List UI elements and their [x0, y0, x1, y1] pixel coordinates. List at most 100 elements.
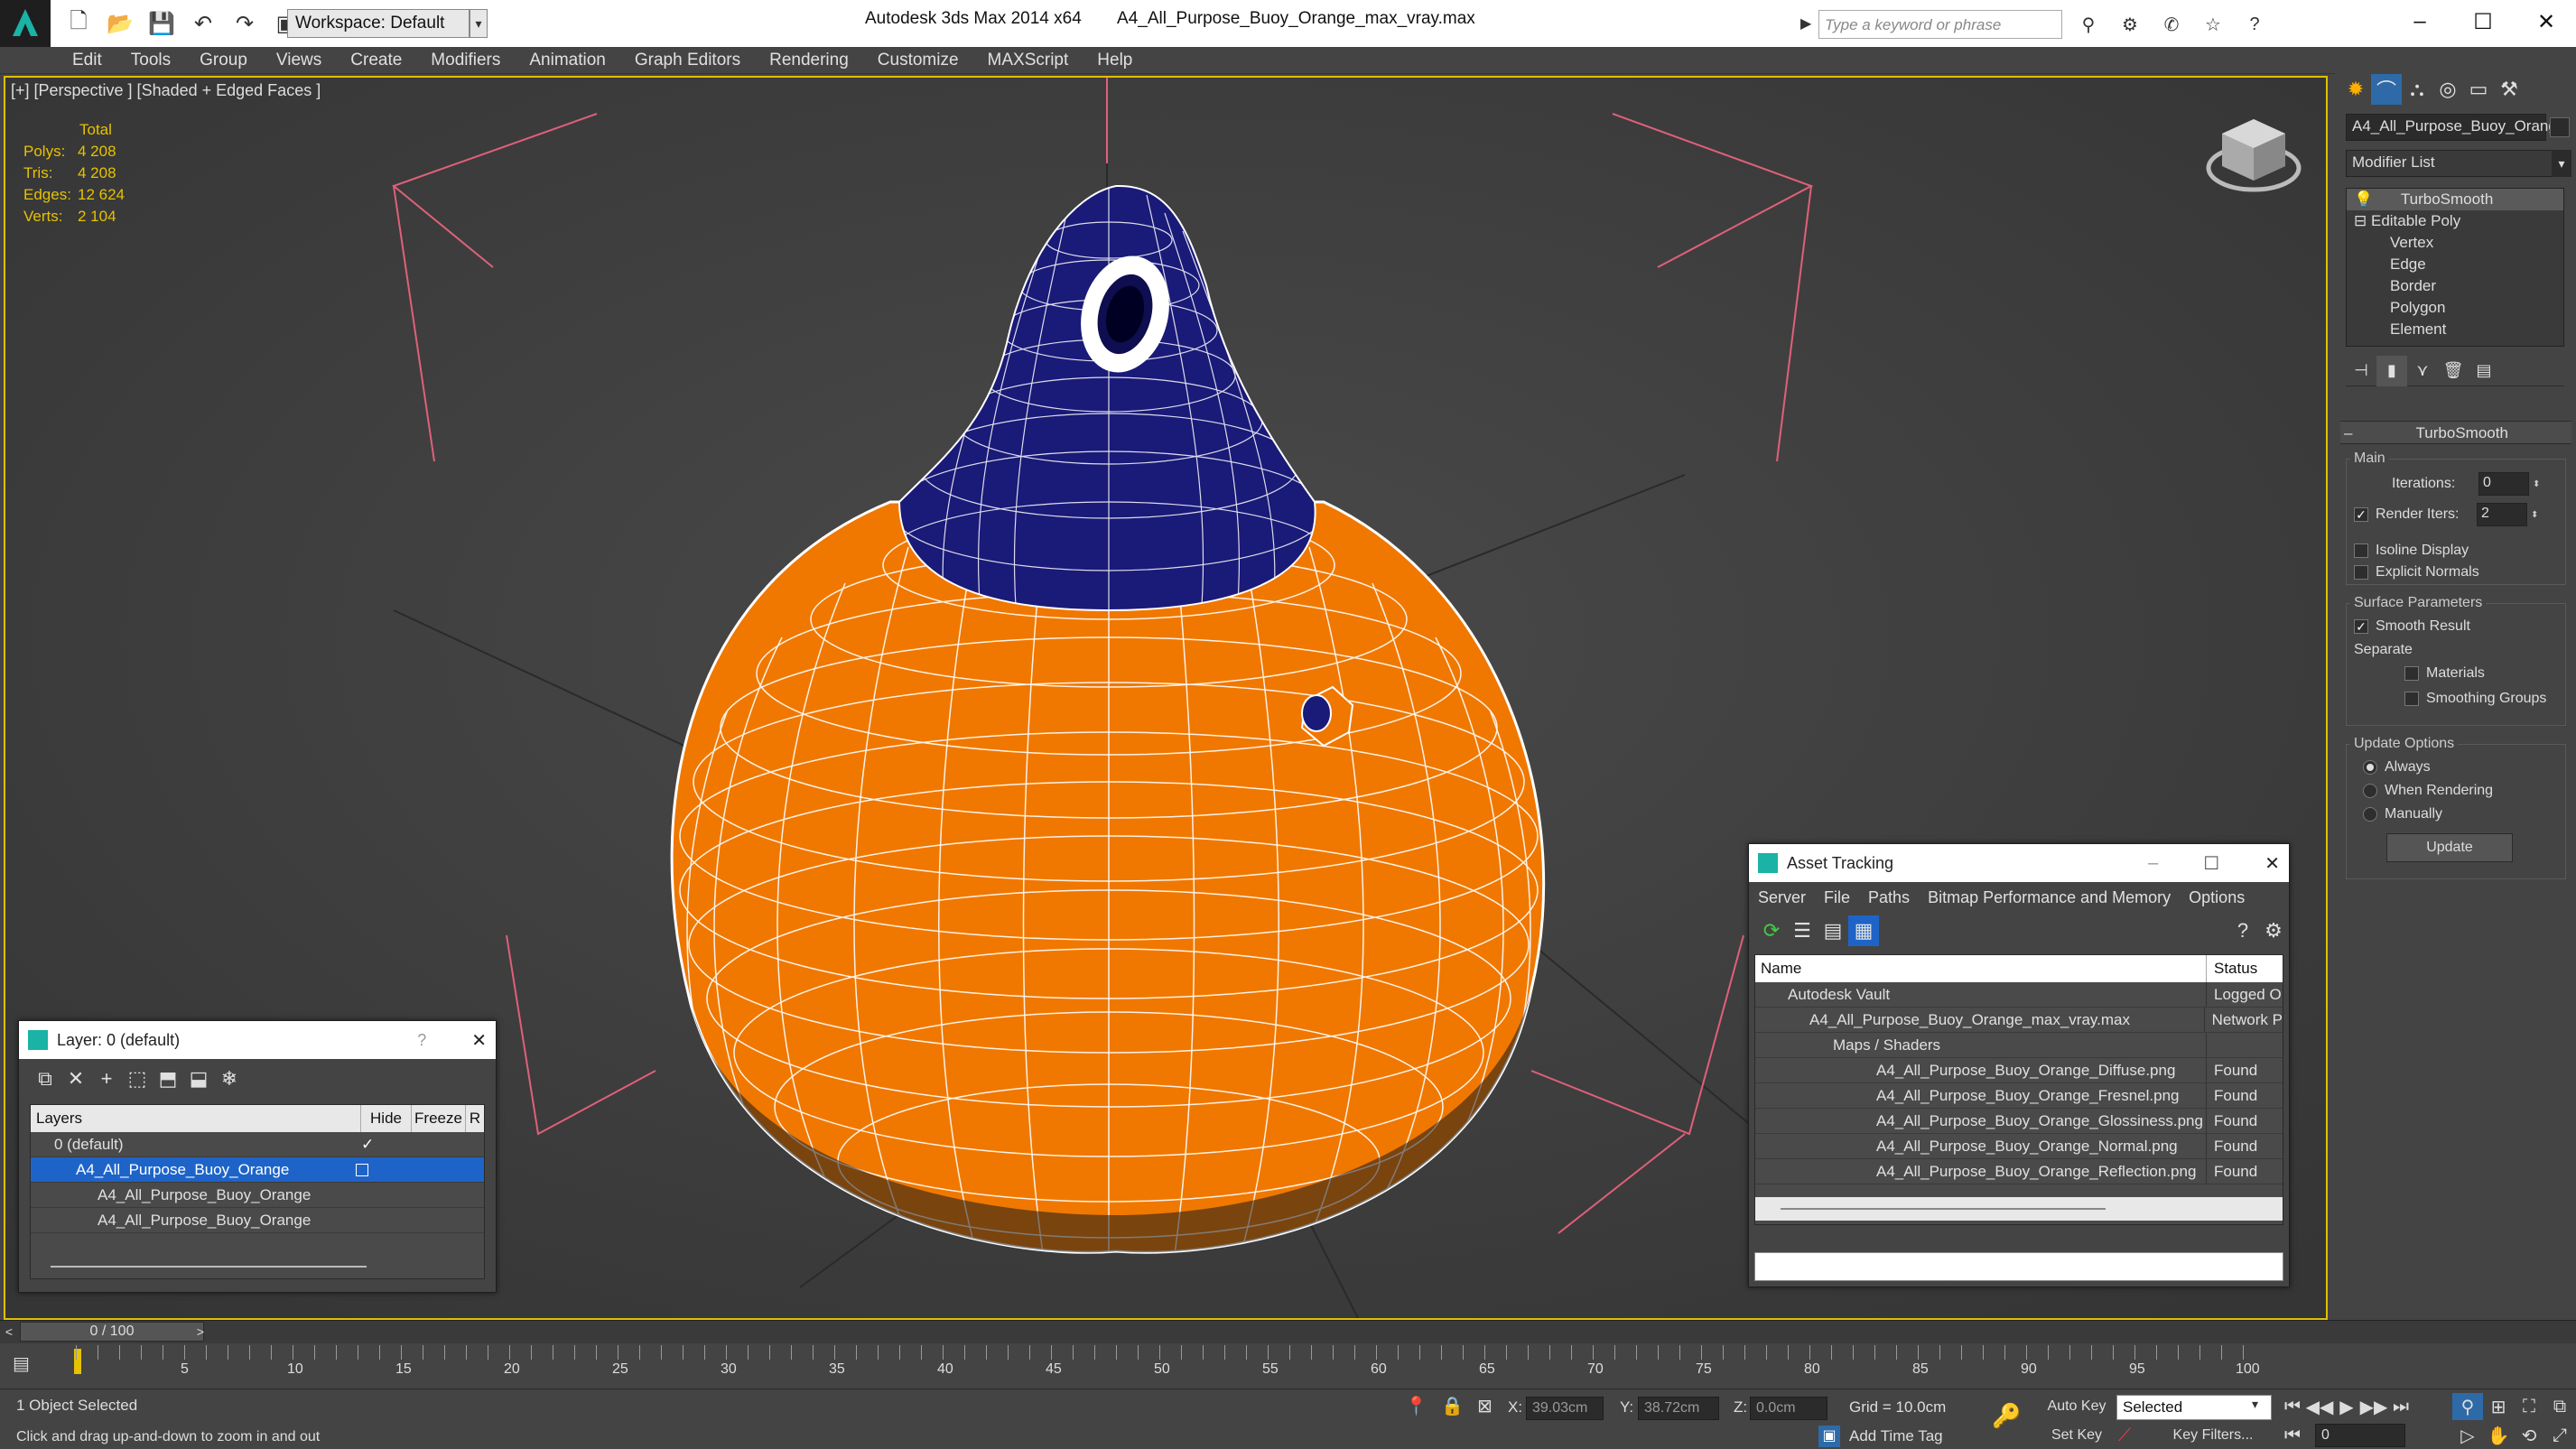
- key-mode-toggle-icon[interactable]: ⏮: [2279, 1422, 2306, 1449]
- undo-icon[interactable]: ↶: [187, 7, 219, 40]
- hide-all-layers-icon[interactable]: ⬓: [183, 1064, 214, 1094]
- add-to-layer-icon[interactable]: +: [91, 1064, 122, 1094]
- stack-item-vertex[interactable]: Vertex: [2347, 232, 2563, 254]
- when-rendering-radio[interactable]: [2363, 784, 2377, 798]
- save-file-icon[interactable]: 💾: [145, 7, 178, 40]
- hierarchy-tab-icon[interactable]: ⛬: [2402, 74, 2432, 105]
- show-end-result-icon[interactable]: ▮: [2376, 355, 2407, 386]
- selection-lock-icon[interactable]: 🔒: [1441, 1395, 1464, 1420]
- modify-tab-icon[interactable]: ⌒: [2371, 74, 2402, 105]
- new-file-icon[interactable]: 🗋: [62, 7, 95, 40]
- orbit-icon[interactable]: ⟲: [2514, 1422, 2544, 1449]
- asset-row-max-file[interactable]: A4_All_Purpose_Buoy_Orange_max_vray.max …: [1755, 1008, 2283, 1033]
- asset-row-maps[interactable]: Maps / Shaders: [1755, 1033, 2283, 1058]
- column-render[interactable]: R: [466, 1105, 484, 1132]
- expand-minus-icon[interactable]: ⊟: [2354, 212, 2367, 229]
- zoom-icon[interactable]: ⚲: [2452, 1393, 2483, 1420]
- render-iters-spinner[interactable]: 2: [2477, 503, 2527, 526]
- zoom-extents-icon[interactable]: ⛶: [2514, 1393, 2544, 1420]
- smoothing-groups-checkbox[interactable]: [2404, 692, 2419, 706]
- menu-group[interactable]: Group: [185, 47, 262, 74]
- column-freeze[interactable]: Freeze: [412, 1105, 466, 1132]
- menu-help[interactable]: Help: [1083, 47, 1147, 74]
- asset-path-field[interactable]: [1754, 1252, 2283, 1281]
- asset-help-icon[interactable]: ?: [2227, 915, 2258, 946]
- next-frame-icon[interactable]: ▶▶: [2360, 1393, 2388, 1420]
- viewport-label[interactable]: [+] [Perspective ] [Shaded + Edged Faces…: [11, 81, 321, 100]
- layer-row[interactable]: A4_All_Purpose_Buoy_Orange: [31, 1183, 484, 1208]
- mini-curve-editor-icon[interactable]: ▤: [13, 1352, 45, 1379]
- rollout-collapse-icon[interactable]: –: [2340, 422, 2352, 445]
- previous-frame-icon[interactable]: ◀◀: [2306, 1393, 2334, 1420]
- asset-menu-server[interactable]: Server: [1749, 884, 1815, 911]
- time-next-arrow-icon[interactable]: >: [191, 1321, 209, 1342]
- stack-item-border[interactable]: Border: [2347, 275, 2563, 297]
- menu-views[interactable]: Views: [262, 47, 336, 74]
- detail-view-icon[interactable]: ▤: [1818, 915, 1848, 946]
- time-tag-icon[interactable]: ▣: [1818, 1426, 1840, 1447]
- search-arrow-icon[interactable]: ▶: [1800, 11, 1817, 38]
- go-to-end-icon[interactable]: ⏭: [2387, 1393, 2414, 1420]
- time-prev-arrow-icon[interactable]: <: [0, 1321, 18, 1342]
- current-frame-field[interactable]: 0: [2315, 1424, 2405, 1447]
- absolute-mode-icon[interactable]: ⊠: [1477, 1395, 1499, 1420]
- subscription-icon[interactable]: ⚙: [2114, 8, 2146, 41]
- current-layer-icon[interactable]: [356, 1163, 368, 1176]
- always-radio[interactable]: [2363, 760, 2377, 775]
- asset-window-minimize-icon[interactable]: –: [2148, 853, 2158, 874]
- redo-icon[interactable]: ↷: [228, 7, 261, 40]
- binoculars-icon[interactable]: ⚲: [2072, 8, 2105, 41]
- utilities-tab-icon[interactable]: ⚒: [2494, 74, 2525, 105]
- stack-item-turbosmooth[interactable]: 💡 TurboSmooth: [2347, 189, 2563, 210]
- menu-rendering[interactable]: Rendering: [755, 47, 863, 74]
- asset-row-file[interactable]: A4_All_Purpose_Buoy_Orange_Glossiness.pn…: [1755, 1109, 2283, 1134]
- table-view-icon[interactable]: ▦: [1848, 915, 1879, 946]
- z-coordinate-field[interactable]: 0.0cm: [1750, 1397, 1827, 1420]
- set-keys-icon[interactable]: ⟋: [2118, 1426, 2145, 1447]
- workspace-chevron-down-icon[interactable]: ▾: [470, 9, 488, 38]
- isoline-checkbox[interactable]: [2354, 543, 2368, 558]
- pin-stack-icon[interactable]: ⊣: [2346, 356, 2376, 386]
- favorites-star-icon[interactable]: ☆: [2197, 8, 2229, 41]
- modifier-list-dropdown[interactable]: Modifier List: [2346, 150, 2553, 177]
- x-coordinate-field[interactable]: 39.03cm: [1526, 1397, 1604, 1420]
- object-name-field[interactable]: A4_All_Purpose_Buoy_Orang: [2346, 114, 2557, 141]
- materials-checkbox[interactable]: [2404, 666, 2419, 681]
- asset-row-file[interactable]: A4_All_Purpose_Buoy_Orange_Normal.png Fo…: [1755, 1134, 2283, 1159]
- configure-modifier-sets-icon[interactable]: ▤: [2469, 356, 2499, 386]
- track-bar[interactable]: ▤ 5 10 15 20 25 30 35 40 45 50 55 60 65 …: [0, 1345, 2275, 1387]
- asset-menu-bitmap-performance[interactable]: Bitmap Performance and Memory: [1919, 884, 2180, 911]
- manually-radio[interactable]: [2363, 807, 2377, 822]
- time-slider-thumb[interactable]: 0 / 100: [20, 1322, 204, 1342]
- workspace-dropdown[interactable]: Workspace: Default: [287, 9, 470, 38]
- menu-modifiers[interactable]: Modifiers: [416, 47, 515, 74]
- delete-layer-icon[interactable]: ✕: [60, 1064, 91, 1094]
- play-icon[interactable]: ▶: [2333, 1393, 2360, 1420]
- asset-menu-options[interactable]: Options: [2180, 884, 2254, 911]
- object-color-swatch[interactable]: [2550, 117, 2570, 137]
- asset-window-maximize-icon[interactable]: ☐: [2203, 852, 2219, 875]
- select-layer-objects-icon[interactable]: ⬚: [122, 1064, 153, 1094]
- stack-item-editable-poly[interactable]: ⊟ Editable Poly: [2347, 210, 2563, 232]
- stack-item-polygon[interactable]: Polygon: [2347, 297, 2563, 319]
- key-selection-dropdown[interactable]: Selected: [2116, 1395, 2272, 1420]
- render-iters-checkbox[interactable]: ✓: [2354, 507, 2368, 522]
- create-layer-icon[interactable]: ⧉: [30, 1064, 60, 1094]
- menu-customize[interactable]: Customize: [863, 47, 973, 74]
- key-filters-button[interactable]: Key Filters...: [2154, 1424, 2272, 1449]
- menu-tools[interactable]: Tools: [116, 47, 185, 74]
- zoom-extents-all-icon[interactable]: ⧉: [2544, 1393, 2575, 1420]
- close-button[interactable]: ✕: [2510, 0, 2576, 43]
- zoom-all-icon[interactable]: ⊞: [2483, 1393, 2514, 1420]
- communication-icon[interactable]: ✆: [2155, 8, 2188, 41]
- pan-view-icon[interactable]: ✋: [2483, 1422, 2514, 1449]
- asset-row-file[interactable]: A4_All_Purpose_Buoy_Orange_Reflection.pn…: [1755, 1159, 2283, 1184]
- rollout-title[interactable]: – TurboSmooth: [2340, 421, 2571, 444]
- remove-modifier-icon[interactable]: 🗑: [2438, 356, 2469, 386]
- menu-maxscript[interactable]: MAXScript: [973, 47, 1083, 74]
- bulb-icon[interactable]: 💡: [2354, 190, 2373, 208]
- isolate-selection-icon[interactable]: 📍: [1405, 1395, 1427, 1420]
- stack-item-edge[interactable]: Edge: [2347, 254, 2563, 275]
- iterations-spinner-arrows-icon[interactable]: ⬍: [2533, 479, 2540, 489]
- column-name[interactable]: Name: [1755, 955, 2207, 982]
